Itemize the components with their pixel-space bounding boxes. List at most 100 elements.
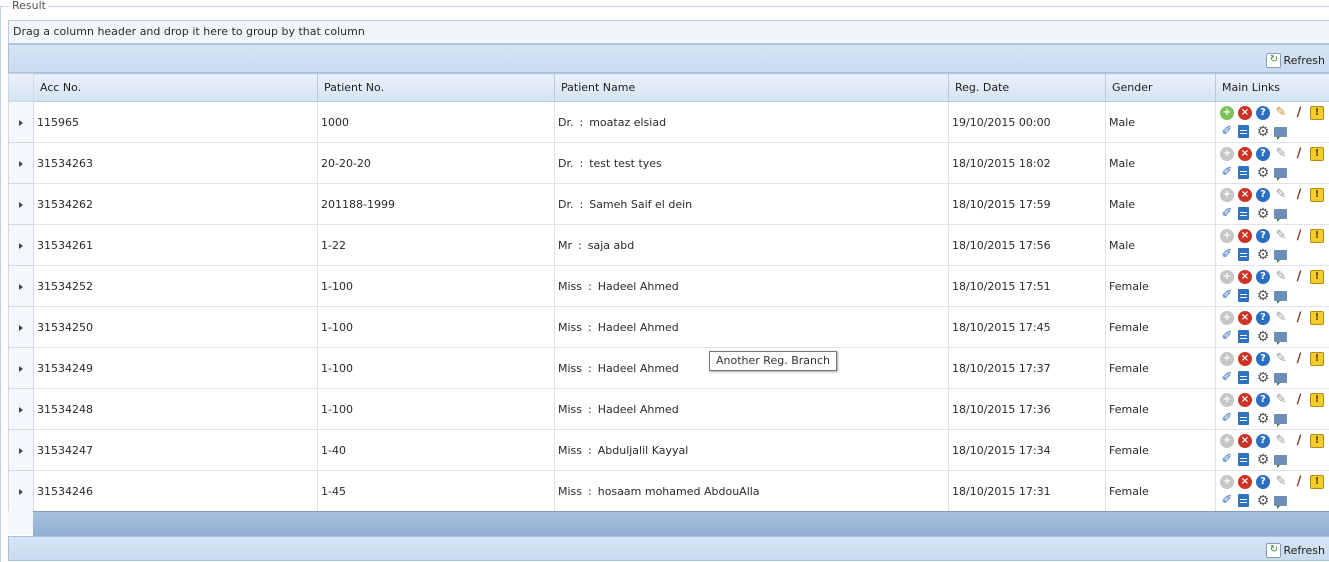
help-icon[interactable]: ?: [1256, 106, 1270, 120]
brush-icon[interactable]: ∕: [1292, 475, 1306, 489]
refresh-button-top[interactable]: ↻ Refresh: [1266, 51, 1325, 69]
edit-icon[interactable]: ✎: [1274, 352, 1288, 366]
attachment-icon[interactable]: ✐: [1220, 207, 1234, 221]
help-icon[interactable]: ?: [1256, 475, 1270, 489]
document-icon[interactable]: [1238, 412, 1249, 425]
help-icon[interactable]: ?: [1256, 270, 1270, 284]
attachment-icon[interactable]: ✐: [1220, 453, 1234, 467]
edit-icon[interactable]: ✎: [1274, 270, 1288, 284]
attachment-icon[interactable]: ✐: [1220, 125, 1234, 139]
edit-icon[interactable]: ✎: [1274, 106, 1288, 120]
comment-icon[interactable]: [1274, 168, 1287, 178]
document-icon[interactable]: [1238, 125, 1249, 138]
table-row[interactable]: 315342461-45Miss:hosaam mohamed AbdouAll…: [9, 471, 1329, 512]
add-icon[interactable]: +: [1220, 270, 1234, 284]
edit-icon[interactable]: ✎: [1274, 311, 1288, 325]
document-icon[interactable]: [1238, 453, 1249, 466]
table-row[interactable]: 1159651000Dr.:moataz elsiad19/10/2015 00…: [9, 102, 1329, 143]
row-expander[interactable]: [9, 430, 34, 471]
delete-icon[interactable]: ×: [1238, 229, 1252, 243]
column-header-gender[interactable]: Gender: [1106, 74, 1216, 102]
document-icon[interactable]: [1238, 371, 1249, 384]
expand-arrow-icon[interactable]: [19, 120, 23, 126]
row-expander[interactable]: [9, 225, 34, 266]
add-icon[interactable]: +: [1220, 188, 1234, 202]
help-icon[interactable]: ?: [1256, 352, 1270, 366]
row-expander[interactable]: [9, 184, 34, 225]
delete-icon[interactable]: ×: [1238, 106, 1252, 120]
settings-icon[interactable]: ⚙: [1256, 207, 1270, 221]
add-icon[interactable]: +: [1220, 475, 1234, 489]
delete-icon[interactable]: ×: [1238, 147, 1252, 161]
settings-icon[interactable]: ⚙: [1256, 453, 1270, 467]
add-icon[interactable]: +: [1220, 393, 1234, 407]
attachment-icon[interactable]: ✐: [1220, 494, 1234, 508]
table-row[interactable]: 315342501-100Miss:Hadeel Ahmed18/10/2015…: [9, 307, 1329, 348]
warning-icon[interactable]: !: [1310, 229, 1324, 243]
attachment-icon[interactable]: ✐: [1220, 412, 1234, 426]
add-icon[interactable]: +: [1220, 352, 1234, 366]
delete-icon[interactable]: ×: [1238, 475, 1252, 489]
settings-icon[interactable]: ⚙: [1256, 330, 1270, 344]
comment-icon[interactable]: [1274, 250, 1287, 260]
brush-icon[interactable]: ∕: [1292, 311, 1306, 325]
expand-arrow-icon[interactable]: [19, 202, 23, 208]
document-icon[interactable]: [1238, 494, 1249, 507]
table-row[interactable]: 315342471-40Miss:Abduljalil Kayyal18/10/…: [9, 430, 1329, 471]
row-expander[interactable]: [9, 471, 34, 512]
table-row[interactable]: 31534262201188-1999Dr.:Sameh Saif el dei…: [9, 184, 1329, 225]
column-header-patient-name[interactable]: Patient Name: [555, 74, 949, 102]
brush-icon[interactable]: ∕: [1292, 188, 1306, 202]
row-expander[interactable]: [9, 266, 34, 307]
column-header-main-links[interactable]: Main Links: [1216, 74, 1329, 102]
help-icon[interactable]: ?: [1256, 311, 1270, 325]
document-icon[interactable]: [1238, 248, 1249, 261]
refresh-button-bottom[interactable]: ↻ Refresh: [1266, 541, 1325, 559]
comment-icon[interactable]: [1274, 414, 1287, 424]
row-expander[interactable]: [9, 102, 34, 143]
expand-arrow-icon[interactable]: [19, 407, 23, 413]
warning-icon[interactable]: !: [1310, 106, 1324, 120]
row-expander[interactable]: [9, 389, 34, 430]
expand-arrow-icon[interactable]: [19, 366, 23, 372]
table-row[interactable]: 3153426320-20-20Dr.:test test tyes18/10/…: [9, 143, 1329, 184]
add-icon[interactable]: +: [1220, 434, 1234, 448]
row-expander[interactable]: [9, 143, 34, 184]
edit-icon[interactable]: ✎: [1274, 229, 1288, 243]
edit-icon[interactable]: ✎: [1274, 147, 1288, 161]
help-icon[interactable]: ?: [1256, 434, 1270, 448]
attachment-icon[interactable]: ✐: [1220, 289, 1234, 303]
expand-arrow-icon[interactable]: [19, 284, 23, 290]
delete-icon[interactable]: ×: [1238, 434, 1252, 448]
comment-icon[interactable]: [1274, 332, 1287, 342]
table-row[interactable]: 315342491-100Miss:Hadeel Ahmed18/10/2015…: [9, 348, 1329, 389]
delete-icon[interactable]: ×: [1238, 393, 1252, 407]
comment-icon[interactable]: [1274, 373, 1287, 383]
brush-icon[interactable]: ∕: [1292, 352, 1306, 366]
warning-icon[interactable]: !: [1310, 352, 1324, 366]
edit-icon[interactable]: ✎: [1274, 188, 1288, 202]
add-icon[interactable]: +: [1220, 106, 1234, 120]
edit-icon[interactable]: ✎: [1274, 393, 1288, 407]
warning-icon[interactable]: !: [1310, 434, 1324, 448]
help-icon[interactable]: ?: [1256, 393, 1270, 407]
comment-icon[interactable]: [1274, 209, 1287, 219]
add-icon[interactable]: +: [1220, 147, 1234, 161]
column-header-acc-no[interactable]: Acc No.: [34, 74, 318, 102]
column-header-patient-no[interactable]: Patient No.: [318, 74, 555, 102]
attachment-icon[interactable]: ✐: [1220, 330, 1234, 344]
edit-icon[interactable]: ✎: [1274, 434, 1288, 448]
delete-icon[interactable]: ×: [1238, 352, 1252, 366]
expand-arrow-icon[interactable]: [19, 325, 23, 331]
row-expander[interactable]: [9, 348, 34, 389]
expand-arrow-icon[interactable]: [19, 489, 23, 495]
add-icon[interactable]: +: [1220, 311, 1234, 325]
attachment-icon[interactable]: ✐: [1220, 248, 1234, 262]
add-icon[interactable]: +: [1220, 229, 1234, 243]
brush-icon[interactable]: ∕: [1292, 229, 1306, 243]
document-icon[interactable]: [1238, 330, 1249, 343]
settings-icon[interactable]: ⚙: [1256, 248, 1270, 262]
row-expander[interactable]: [9, 307, 34, 348]
settings-icon[interactable]: ⚙: [1256, 371, 1270, 385]
expand-arrow-icon[interactable]: [19, 161, 23, 167]
